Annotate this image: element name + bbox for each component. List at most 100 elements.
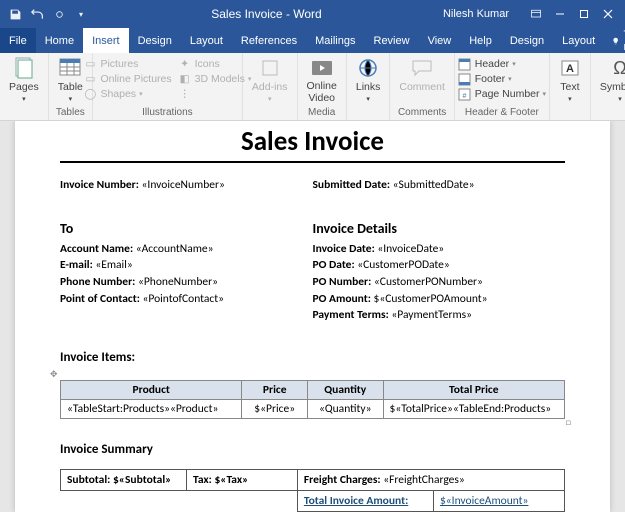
page-number-icon: # xyxy=(458,87,472,101)
chevron-down-icon: ▾ xyxy=(568,95,572,103)
shapes-button[interactable]: ◯Shapes ▾ xyxy=(83,87,171,101)
textbox-icon: A xyxy=(559,57,581,79)
cube-icon: ◧ xyxy=(178,72,192,86)
chevron-down-icon: ▾ xyxy=(618,95,622,103)
titlebar: ▾ Sales Invoice - Word Nilesh Kumar xyxy=(0,0,625,28)
maximize-icon[interactable] xyxy=(573,4,595,24)
icons-button[interactable]: ✦Icons xyxy=(178,57,252,71)
pictures-button[interactable]: ▭Pictures xyxy=(83,57,171,71)
quick-access-toolbar: ▾ xyxy=(6,5,90,23)
online-picture-icon: ▭ xyxy=(83,72,97,86)
group-media: OnlineVideo Media xyxy=(298,53,347,120)
links-button[interactable]: Links ▾ xyxy=(353,55,384,105)
chevron-down-icon: ▾ xyxy=(268,95,272,103)
cell-price: $«Price» xyxy=(242,400,308,419)
tab-layout[interactable]: Layout xyxy=(181,28,232,53)
user-name[interactable]: Nilesh Kumar xyxy=(443,8,509,20)
group-symbols: Ω Symbols ▾ xyxy=(591,53,625,120)
tab-help[interactable]: Help xyxy=(460,28,501,53)
tab-references[interactable]: References xyxy=(232,28,306,53)
video-icon xyxy=(311,57,333,79)
group-text: A Text ▾ xyxy=(550,53,591,120)
details-row: To Account Name: «AccountName» E-mail: «… xyxy=(60,220,565,324)
smartart-button[interactable]: ⋮ xyxy=(178,87,252,101)
cell-product: «TableStart:Products»«Product» xyxy=(61,400,242,419)
table-icon xyxy=(59,57,81,79)
tab-design[interactable]: Design xyxy=(129,28,181,53)
top-row: Invoice Number: «InvoiceNumber» Submitte… xyxy=(60,177,565,194)
details-block: Invoice Details Invoice Date: «InvoiceDa… xyxy=(313,220,566,324)
invoice-number: Invoice Number: «InvoiceNumber» xyxy=(60,177,313,194)
summary-row-2: Total Invoice Amount: $«InvoiceAmount» xyxy=(61,491,565,512)
table-resize-handle[interactable]: □ xyxy=(60,417,571,428)
tab-view[interactable]: View xyxy=(419,28,461,53)
title-rule xyxy=(60,161,565,163)
table-header-row: Product Price Quantity Total Price xyxy=(61,381,565,400)
group-links-label xyxy=(353,107,384,120)
group-comments: Comment Comments xyxy=(390,53,455,120)
addins-button[interactable]: Add-ins ▾ xyxy=(249,55,291,105)
chevron-down-icon: ▾ xyxy=(366,95,370,103)
ribbon-options-icon[interactable] xyxy=(525,4,547,24)
table-row: «TableStart:Products»«Product» $«Price» … xyxy=(61,400,565,419)
tab-table-layout[interactable]: Layout xyxy=(553,28,604,53)
group-pages: Pages ▾ Pages xyxy=(0,53,49,120)
tab-insert[interactable]: Insert xyxy=(83,28,129,53)
group-illustrations-label: Illustrations xyxy=(99,107,236,120)
pages-button[interactable]: Pages ▾ xyxy=(6,55,42,105)
save-icon[interactable] xyxy=(6,5,24,23)
total-label: Total Invoice Amount: xyxy=(304,494,408,508)
symbols-button[interactable]: Ω Symbols ▾ xyxy=(597,55,625,105)
link-icon xyxy=(357,57,379,79)
items-heading: Invoice Items: xyxy=(60,350,565,365)
online-pictures-button[interactable]: ▭Online Pictures xyxy=(83,72,171,86)
to-heading: To xyxy=(60,220,313,237)
links-label: Links xyxy=(356,81,381,93)
tab-table-design[interactable]: Design xyxy=(501,28,553,53)
tab-home[interactable]: Home xyxy=(36,28,83,53)
tab-file[interactable]: File xyxy=(0,28,36,53)
redo-icon[interactable] xyxy=(50,5,68,23)
text-button[interactable]: A Text ▾ xyxy=(556,55,584,105)
group-symbols-label xyxy=(597,107,625,120)
picture-icon: ▭ xyxy=(83,57,97,71)
footer-icon xyxy=(458,72,472,86)
table-button[interactable]: Table ▾ xyxy=(55,55,86,105)
ribbon-tabs: File Home Insert Design Layout Reference… xyxy=(0,28,625,53)
col-price: Price xyxy=(242,381,308,400)
chevron-down-icon: ▾ xyxy=(69,95,73,103)
doc-title: Sales Invoice xyxy=(60,125,565,161)
page-number-button[interactable]: #Page Number ▾ xyxy=(458,87,546,101)
summary-table[interactable]: Subtotal: $«Subtotal» Tax: $«Tax» Freigh… xyxy=(60,469,565,512)
tab-mailings[interactable]: Mailings xyxy=(306,28,364,53)
group-addins-label xyxy=(249,107,291,120)
header-button[interactable]: Header ▾ xyxy=(458,57,546,71)
window-title: Sales Invoice - Word xyxy=(90,7,443,21)
col-qty: Quantity xyxy=(307,381,383,400)
3d-models-button[interactable]: ◧3D Models ▾ xyxy=(178,72,252,86)
table-move-handle[interactable]: ✥ xyxy=(50,369,565,380)
submitted-date: Submitted Date: «SubmittedDate» xyxy=(313,177,566,194)
online-video-button[interactable]: OnlineVideo xyxy=(304,55,340,106)
minimize-icon[interactable] xyxy=(549,4,571,24)
lightbulb-icon xyxy=(612,35,619,47)
group-illustrations: ▭Pictures ▭Online Pictures ◯Shapes ▾ ✦Ic… xyxy=(93,53,243,120)
document-area[interactable]: Sales Invoice Invoice Number: «InvoiceNu… xyxy=(0,121,625,512)
footer-button[interactable]: Footer ▾ xyxy=(458,72,546,86)
cell-qty: «Quantity» xyxy=(307,400,383,419)
items-table[interactable]: Product Price Quantity Total Price «Tabl… xyxy=(60,380,565,419)
col-product: Product xyxy=(61,381,242,400)
svg-text:A: A xyxy=(566,63,574,75)
group-links: Links ▾ xyxy=(347,53,391,120)
undo-icon[interactable] xyxy=(28,5,46,23)
comment-button[interactable]: Comment xyxy=(396,55,448,95)
text-label: Text xyxy=(560,81,579,93)
close-icon[interactable] xyxy=(597,4,619,24)
tab-review[interactable]: Review xyxy=(365,28,419,53)
tell-me-search[interactable]: Tell me xyxy=(604,28,625,53)
col-total: Total Price xyxy=(383,381,564,400)
customize-qat-icon[interactable]: ▾ xyxy=(72,5,90,23)
online-video-label: OnlineVideo xyxy=(307,81,337,104)
page: Sales Invoice Invoice Number: «InvoiceNu… xyxy=(15,121,610,512)
group-headerfooter-label: Header & Footer xyxy=(461,107,543,120)
